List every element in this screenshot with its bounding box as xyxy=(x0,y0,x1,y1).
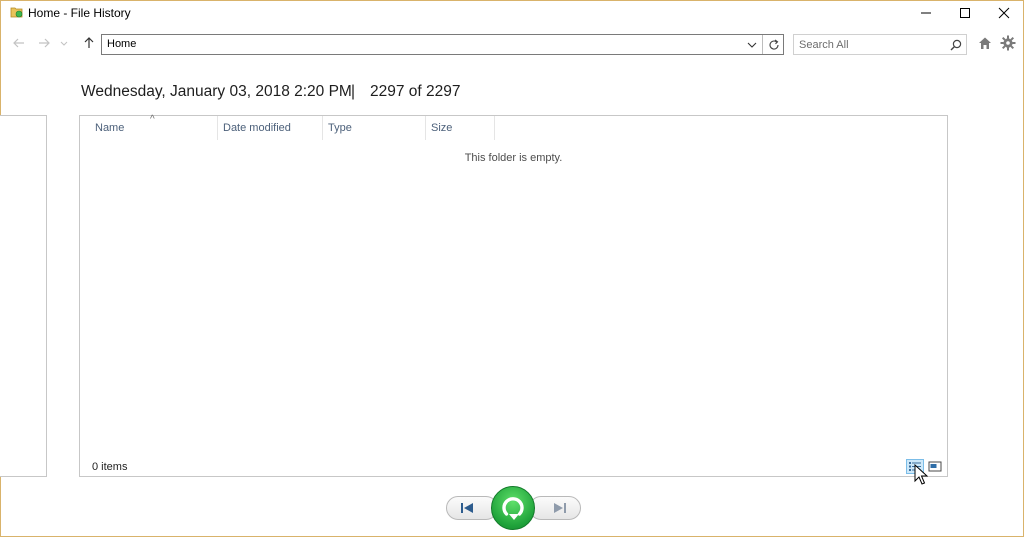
item-count: 0 items xyxy=(92,461,128,473)
file-history-window: Home - File History Home Search All Wedn… xyxy=(0,0,1024,537)
restore-button[interactable] xyxy=(491,486,535,530)
navigation-bar: Home Search All xyxy=(1,31,1023,57)
address-bar[interactable]: Home xyxy=(101,34,784,55)
backup-date: Wednesday, January 03, 2018 2:20 PM xyxy=(81,83,352,100)
refresh-icon[interactable] xyxy=(762,35,784,54)
previous-version-icon xyxy=(461,503,473,513)
column-header-label: Type xyxy=(328,122,352,134)
next-version-button[interactable] xyxy=(529,496,581,520)
next-version-icon xyxy=(554,503,566,513)
column-header-label: Date modified xyxy=(223,122,291,134)
large-icons-view-icon xyxy=(928,461,942,471)
mouse-cursor-icon xyxy=(914,464,928,485)
close-icon xyxy=(998,7,1010,19)
column-header-type[interactable]: Type xyxy=(323,116,426,140)
gear-icon[interactable] xyxy=(1000,35,1016,51)
window-title: Home - File History xyxy=(28,6,131,20)
back-arrow-icon[interactable] xyxy=(11,35,27,51)
column-header-date-modified[interactable]: Date modified xyxy=(218,116,323,140)
column-header-size[interactable]: Size xyxy=(426,116,495,140)
sort-ascending-icon: ^ xyxy=(150,114,155,125)
recent-locations-icon[interactable] xyxy=(58,35,70,51)
version-count: 2297 of 2297 xyxy=(370,83,461,100)
forward-arrow-icon[interactable] xyxy=(36,35,52,51)
column-header-label: Name xyxy=(95,122,125,134)
header-separator: | xyxy=(351,83,356,100)
empty-folder-message: This folder is empty. xyxy=(464,152,563,164)
minimize-button[interactable] xyxy=(906,1,946,25)
column-header-name[interactable]: ^ Name xyxy=(80,114,218,140)
file-history-folder-icon xyxy=(10,5,24,19)
file-list-pane[interactable]: ^ Name Date modified Type Size This fold… xyxy=(79,114,948,477)
chevron-down-icon[interactable] xyxy=(743,35,761,54)
search-icon[interactable] xyxy=(949,38,963,52)
search-input[interactable]: Search All xyxy=(793,34,967,55)
search-placeholder: Search All xyxy=(799,39,849,51)
large-icons-view-button[interactable] xyxy=(927,459,943,473)
minimize-icon xyxy=(921,12,931,14)
maximize-icon xyxy=(960,8,970,18)
address-text: Home xyxy=(107,38,137,50)
home-icon[interactable] xyxy=(977,35,993,51)
close-button[interactable] xyxy=(984,1,1024,25)
previous-version-panel[interactable] xyxy=(0,115,47,477)
maximize-button[interactable] xyxy=(945,1,985,25)
up-arrow-icon[interactable] xyxy=(81,35,97,51)
restore-icon xyxy=(502,497,524,520)
title-bar[interactable]: Home - File History xyxy=(1,1,1023,25)
column-header-label: Size xyxy=(431,122,453,134)
